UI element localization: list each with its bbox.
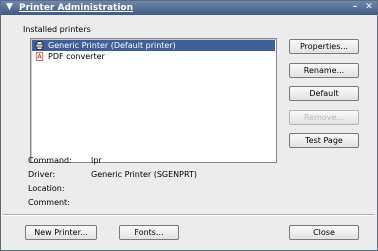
location-label: Location: <box>28 184 65 193</box>
printer-name: PDF converter <box>48 52 105 61</box>
driver-label: Driver: <box>28 170 56 179</box>
printer-list-item-pdf[interactable]: PDF converter <box>32 51 275 62</box>
close-button[interactable]: Close <box>289 225 359 240</box>
bottom-separator <box>3 214 375 216</box>
command-label: Command: <box>28 156 72 165</box>
fonts-button[interactable]: Fonts... <box>119 225 179 240</box>
new-printer-button[interactable]: New Printer... <box>25 225 97 240</box>
window-title: Printer Administration <box>19 3 134 13</box>
printer-admin-window: ▼ Printer Administration – ✕ Installed p… <box>0 0 378 251</box>
command-value: lpr <box>91 156 102 165</box>
installed-printers-label: Installed printers <box>23 25 91 34</box>
close-window-button[interactable]: ✕ <box>363 2 375 13</box>
driver-value: Generic Printer (SGENPRT) <box>91 170 197 179</box>
default-button[interactable]: Default <box>289 86 359 101</box>
rename-button[interactable]: Rename... <box>289 63 359 78</box>
test-page-button[interactable]: Test Page <box>289 133 359 148</box>
pdf-icon <box>35 52 44 61</box>
minimize-button[interactable]: – <box>349 2 361 13</box>
properties-button[interactable]: Properties... <box>289 39 359 54</box>
printer-icon <box>35 41 44 50</box>
title-bar[interactable]: ▼ Printer Administration – ✕ <box>1 1 377 15</box>
comment-label: Comment: <box>28 198 70 207</box>
printer-list-item-generic[interactable]: Generic Printer (Default printer) <box>32 40 275 51</box>
window-menu-icon[interactable]: ▼ <box>4 2 15 13</box>
printer-name: Generic Printer (Default printer) <box>48 41 176 50</box>
remove-button[interactable]: Remove... <box>289 110 359 125</box>
printer-list[interactable]: Generic Printer (Default printer) PDF co… <box>30 38 277 163</box>
